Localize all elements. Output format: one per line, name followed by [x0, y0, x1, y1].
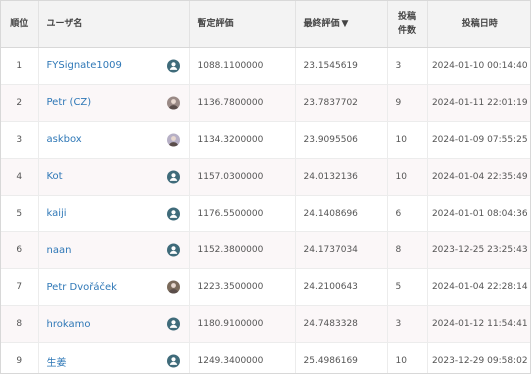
- post-time-cell: 2024-01-12 11:54:41: [427, 305, 530, 344]
- header-post-count[interactable]: 投稿 件数: [387, 1, 428, 48]
- user-cell: kaiji: [38, 195, 190, 233]
- header-final-score-label: 最終評価: [303, 19, 340, 29]
- user-link[interactable]: Petr Dvořáček: [47, 282, 117, 293]
- header-row: 順位 ユーザ名 暫定評価 最終評価 ▼ 投稿 件数 投稿日時: [1, 1, 530, 48]
- table-row: 9 生姜 1249.3400000 25.4986169 10 2023-12-29 09…: [1, 342, 530, 373]
- avatar-photo-icon[interactable]: [166, 280, 180, 294]
- user-link[interactable]: Petr (CZ): [47, 97, 92, 108]
- table-row: 3 askbox 1134.3200000 23.9095506 10 2024-01-0…: [1, 121, 530, 159]
- user-avatar-icon[interactable]: [166, 317, 180, 331]
- provisional-score-cell: 1088.1100000: [189, 47, 296, 85]
- post-count-cell: 3: [387, 47, 428, 85]
- final-score-cell: 23.7837702: [295, 84, 388, 122]
- post-count-cell: 10: [387, 158, 428, 196]
- table-row: 5 kaiji 1176.5500000 24.1408696 6 2024-01-01 …: [1, 195, 530, 233]
- leaderboard-table: 順位 ユーザ名 暫定評価 最終評価 ▼ 投稿 件数 投稿日時 1 FYSignate…: [1, 1, 530, 373]
- rank-cell: 7: [1, 268, 39, 307]
- header-post-time[interactable]: 投稿日時: [427, 1, 530, 48]
- user-avatar-icon[interactable]: [166, 354, 180, 368]
- avatar-photo-icon[interactable]: [166, 96, 180, 110]
- user-link[interactable]: kaiji: [47, 208, 67, 219]
- table-row: 2 Petr (CZ) 1136.7800000 23.7837702 9 2024-01…: [1, 84, 530, 122]
- header-final-score[interactable]: 最終評価 ▼: [295, 1, 388, 48]
- final-score-cell: 24.1737034: [295, 231, 388, 270]
- user-cell: 生姜: [38, 342, 190, 373]
- rank-cell: 8: [1, 305, 39, 344]
- user-link[interactable]: Kot: [47, 171, 63, 182]
- post-time-cell: 2024-01-09 07:55:25: [427, 121, 530, 159]
- final-score-cell: 24.1408696: [295, 195, 388, 233]
- table-row: 8 hrokamo 1180.9100000 24.7483328 3 2024-01-1…: [1, 305, 530, 344]
- post-time-cell: 2024-01-11 22:01:19: [427, 84, 530, 122]
- user-cell: Petr Dvořáček: [38, 268, 190, 307]
- user-link[interactable]: hrokamo: [47, 319, 91, 330]
- post-count-cell: 6: [387, 195, 428, 233]
- user-avatar-icon[interactable]: [166, 170, 180, 184]
- user-cell: Kot: [38, 158, 190, 196]
- post-time-cell: 2024-01-10 00:14:40: [427, 47, 530, 85]
- post-count-cell: 10: [387, 121, 428, 159]
- user-avatar-icon[interactable]: [166, 243, 180, 257]
- post-time-cell: 2023-12-29 09:58:02: [427, 342, 530, 373]
- sort-desc-icon: ▼: [341, 19, 349, 29]
- table-row: 6 naan 1152.3800000 24.1737034 8 2023-12-25 2…: [1, 231, 530, 270]
- provisional-score-cell: 1223.3500000: [189, 268, 296, 307]
- rank-cell: 6: [1, 231, 39, 270]
- post-time-cell: 2024-01-04 22:28:14: [427, 268, 530, 307]
- rank-cell: 1: [1, 47, 39, 85]
- provisional-score-cell: 1249.3400000: [189, 342, 296, 373]
- rank-cell: 3: [1, 121, 39, 159]
- table-row: 7 Petr Dvořáček 1223.3500000 24.2100643 5 202…: [1, 268, 530, 307]
- post-count-cell: 5: [387, 268, 428, 307]
- provisional-score-cell: 1157.0300000: [189, 158, 296, 196]
- post-time-cell: 2024-01-01 08:04:36: [427, 195, 530, 233]
- avatar-photo-icon[interactable]: [166, 133, 180, 147]
- user-cell: askbox: [38, 121, 190, 159]
- post-count-cell: 10: [387, 342, 428, 373]
- header-rank[interactable]: 順位: [1, 1, 39, 48]
- post-count-cell: 8: [387, 231, 428, 270]
- provisional-score-cell: 1136.7800000: [189, 84, 296, 122]
- post-count-cell: 3: [387, 305, 428, 344]
- final-score-cell: 24.0132136: [295, 158, 388, 196]
- final-score-cell: 24.2100643: [295, 268, 388, 307]
- user-avatar-icon[interactable]: [166, 207, 180, 220]
- rank-cell: 2: [1, 84, 39, 122]
- table-row: 4 Kot 1157.0300000 24.0132136 10 2024-01-04 2…: [1, 158, 530, 196]
- user-cell: FYSignate1009: [38, 47, 190, 85]
- leaderboard-container: 順位 ユーザ名 暫定評価 最終評価 ▼ 投稿 件数 投稿日時 1 FYSignate…: [0, 0, 531, 374]
- user-link[interactable]: naan: [47, 245, 72, 256]
- post-time-cell: 2024-01-04 22:35:49: [427, 158, 530, 196]
- rank-cell: 4: [1, 158, 39, 196]
- provisional-score-cell: 1134.3200000: [189, 121, 296, 159]
- user-cell: naan: [38, 231, 190, 270]
- provisional-score-cell: 1176.5500000: [189, 195, 296, 233]
- user-link[interactable]: 生姜: [47, 358, 67, 369]
- final-score-cell: 23.9095506: [295, 121, 388, 159]
- rank-cell: 9: [1, 342, 39, 373]
- leaderboard-body: 1 FYSignate1009 1088.1100000 23.1545619 3 202…: [1, 47, 530, 373]
- provisional-score-cell: 1152.3800000: [189, 231, 296, 270]
- header-post-count-line2: 件数: [397, 26, 416, 36]
- final-score-cell: 23.1545619: [295, 47, 388, 85]
- user-avatar-icon[interactable]: [166, 59, 180, 73]
- post-time-cell: 2023-12-25 23:25:43: [427, 231, 530, 270]
- header-provisional-score[interactable]: 暫定評価: [189, 1, 296, 48]
- table-row: 1 FYSignate1009 1088.1100000 23.1545619 3 202…: [1, 47, 530, 85]
- provisional-score-cell: 1180.9100000: [189, 305, 296, 344]
- user-cell: hrokamo: [38, 305, 190, 344]
- user-link[interactable]: askbox: [47, 134, 82, 145]
- post-count-cell: 9: [387, 84, 428, 122]
- user-link[interactable]: FYSignate1009: [47, 60, 122, 71]
- header-user[interactable]: ユーザ名: [38, 1, 190, 48]
- final-score-cell: 24.7483328: [295, 305, 388, 344]
- user-cell: Petr (CZ): [38, 84, 190, 122]
- final-score-cell: 25.4986169: [295, 342, 388, 373]
- header-post-count-line1: 投稿: [397, 12, 416, 22]
- rank-cell: 5: [1, 195, 39, 233]
